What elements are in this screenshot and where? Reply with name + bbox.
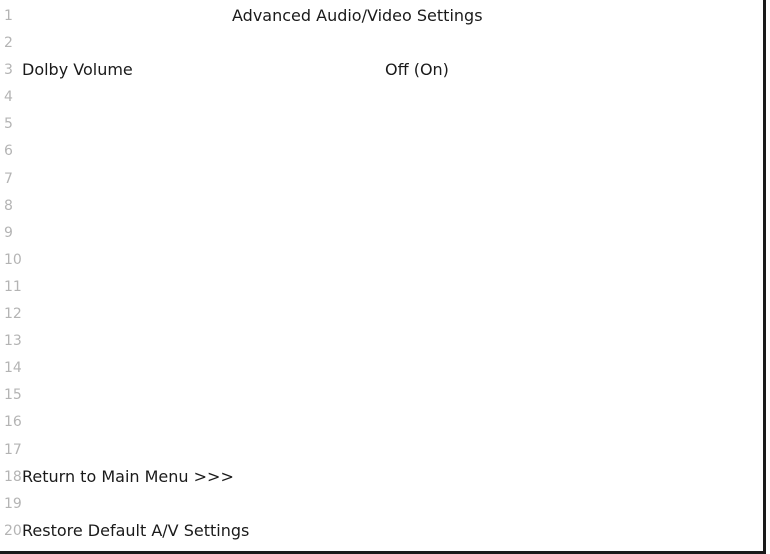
line-number: 10 bbox=[4, 251, 22, 268]
line-number: 14 bbox=[4, 360, 22, 377]
menu-row-8: 8 bbox=[0, 195, 762, 222]
line-number: 12 bbox=[4, 306, 22, 323]
menu-row-restore-defaults[interactable]: 20 Restore Default A/V Settings bbox=[0, 520, 762, 547]
dolby-volume-value[interactable]: Off (On) bbox=[385, 61, 449, 79]
return-to-main-menu-link[interactable]: Return to Main Menu >>> bbox=[22, 467, 234, 486]
line-number: 19 bbox=[4, 495, 22, 512]
menu-row-2: 2 bbox=[0, 32, 762, 59]
menu-rows: 1 Advanced Audio/Video Settings 2 3 Dolb… bbox=[0, 5, 762, 547]
menu-row-15: 15 bbox=[0, 384, 762, 411]
restore-default-av-settings-link[interactable]: Restore Default A/V Settings bbox=[22, 521, 249, 540]
menu-row-11: 11 bbox=[0, 276, 762, 303]
menu-row-7: 7 bbox=[0, 168, 762, 195]
menu-row-10: 10 bbox=[0, 249, 762, 276]
line-number: 18 bbox=[4, 468, 22, 485]
line-number: 6 bbox=[4, 143, 13, 160]
line-number: 5 bbox=[4, 116, 13, 133]
menu-row-19: 19 bbox=[0, 493, 762, 520]
line-number: 16 bbox=[4, 414, 22, 431]
menu-row-14: 14 bbox=[0, 357, 762, 384]
line-number: 1 bbox=[4, 8, 13, 24]
line-number: 2 bbox=[4, 35, 13, 52]
menu-row-13: 13 bbox=[0, 330, 762, 357]
menu-row-6: 6 bbox=[0, 140, 762, 167]
line-number: 9 bbox=[4, 224, 13, 241]
line-number: 20 bbox=[4, 522, 22, 539]
menu-row-dolby-volume[interactable]: 3 Dolby Volume Off (On) bbox=[0, 59, 762, 86]
line-number: 3 bbox=[4, 62, 13, 79]
menu-row-12: 12 bbox=[0, 303, 762, 330]
menu-row-1: 1 Advanced Audio/Video Settings bbox=[0, 5, 762, 32]
line-number: 13 bbox=[4, 333, 22, 350]
menu-row-17: 17 bbox=[0, 439, 762, 466]
dolby-volume-label: Dolby Volume bbox=[22, 60, 133, 80]
menu-row-4: 4 bbox=[0, 86, 762, 113]
line-number: 8 bbox=[4, 197, 13, 214]
settings-panel: 1 Advanced Audio/Video Settings 2 3 Dolb… bbox=[0, 0, 766, 554]
line-number: 15 bbox=[4, 387, 22, 404]
line-number: 4 bbox=[4, 89, 13, 106]
page-title: Advanced Audio/Video Settings bbox=[232, 6, 483, 25]
line-number: 17 bbox=[4, 441, 22, 458]
line-number: 11 bbox=[4, 278, 22, 295]
menu-row-9: 9 bbox=[0, 222, 762, 249]
menu-row-5: 5 bbox=[0, 113, 762, 140]
line-number: 7 bbox=[4, 170, 13, 187]
menu-row-return-main[interactable]: 18 Return to Main Menu >>> bbox=[0, 466, 762, 493]
menu-row-16: 16 bbox=[0, 411, 762, 438]
